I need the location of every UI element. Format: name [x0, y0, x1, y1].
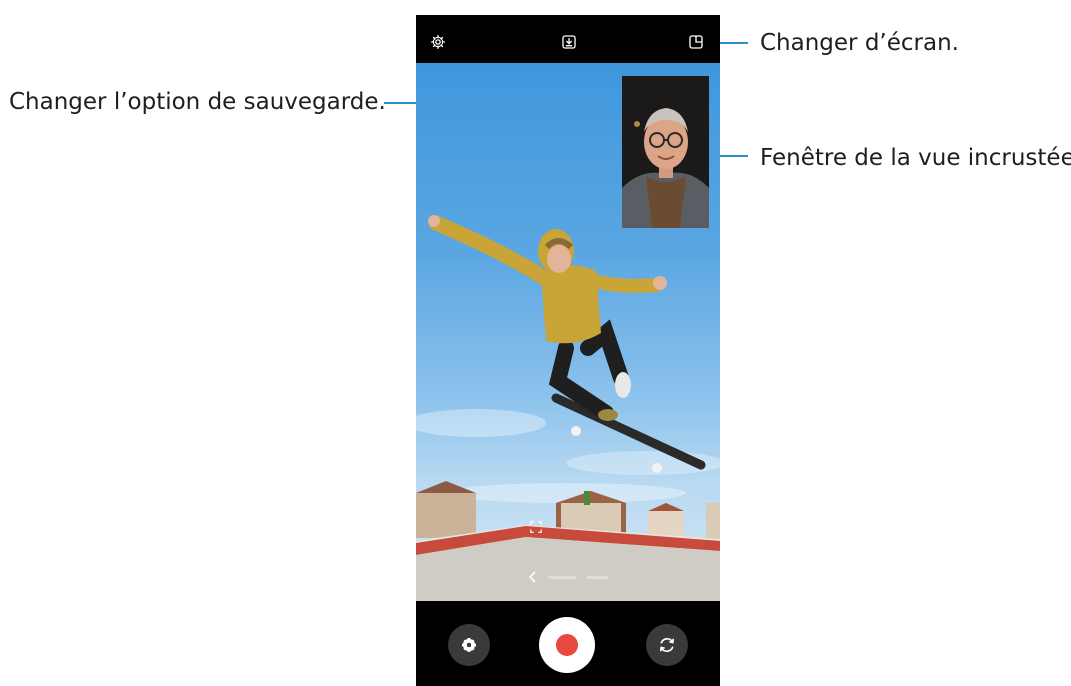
save-option-callout: Changer l’option de sauvegarde. — [9, 89, 386, 115]
pip-portrait — [622, 76, 709, 228]
pip-window-callout: Fenêtre de la vue incrustée — [760, 145, 1071, 171]
record-button[interactable] — [539, 617, 595, 673]
focus-button[interactable] — [527, 518, 545, 536]
gear-icon — [431, 35, 445, 49]
mode-label-placeholder — [548, 575, 576, 579]
camera-screen — [416, 15, 720, 686]
download-box-icon — [562, 35, 576, 49]
chevron-left-icon — [528, 571, 536, 583]
record-icon — [556, 634, 578, 656]
flower-icon — [461, 637, 477, 653]
pip-window[interactable] — [622, 76, 709, 228]
camera-viewfinder[interactable] — [416, 63, 720, 601]
focus-frame-icon — [530, 521, 542, 533]
camera-bottom-bar — [416, 601, 720, 686]
settings-button[interactable] — [428, 32, 448, 52]
mode-label-placeholder — [586, 575, 608, 579]
switch-screen-button[interactable] — [686, 32, 706, 52]
split-screen-icon — [689, 35, 703, 49]
camera-top-bar — [416, 15, 720, 63]
save-option-button[interactable] — [559, 32, 579, 52]
mode-selector[interactable] — [416, 567, 720, 587]
flip-camera-icon — [659, 637, 675, 653]
switch-screen-callout: Changer d’écran. — [760, 30, 959, 56]
effects-button[interactable] — [448, 624, 490, 666]
flip-camera-button[interactable] — [646, 624, 688, 666]
